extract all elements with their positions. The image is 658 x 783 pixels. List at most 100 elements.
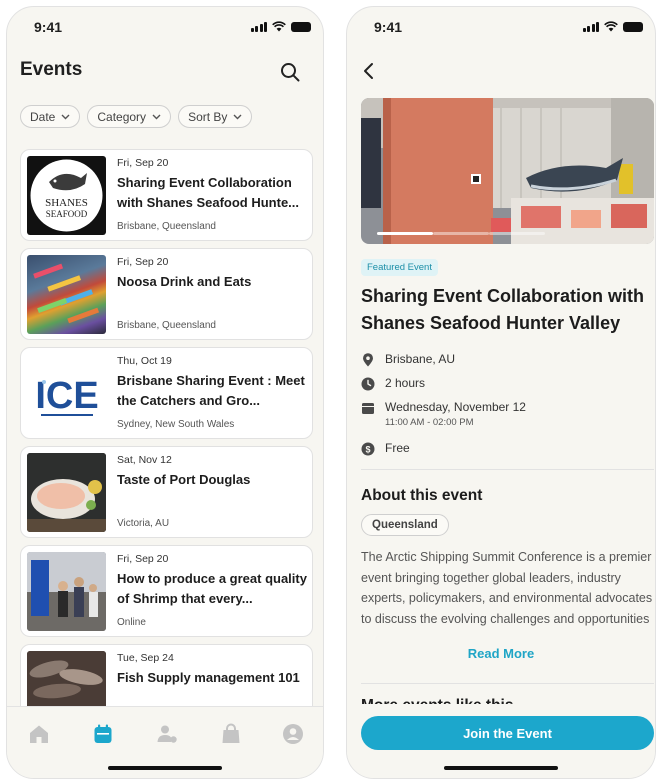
hero-photo <box>361 98 654 244</box>
home-indicator <box>108 766 222 770</box>
location-pin-icon <box>363 353 373 367</box>
event-thumbnail: ICE <box>27 354 106 433</box>
filter-row: Date Category Sort By <box>20 105 253 128</box>
signal-icon <box>250 21 267 32</box>
event-date: Tue, Sep 24 <box>117 652 174 664</box>
battery-icon <box>623 21 643 32</box>
featured-badge: Featured Event <box>361 259 438 276</box>
battery-icon <box>291 21 311 32</box>
date-block: Wednesday, November 12 11:00 AM - 02:00 … <box>385 400 526 428</box>
clock-icon <box>361 377 375 391</box>
event-thumbnail: SHANES SEAFOOD <box>27 156 106 235</box>
status-time: 9:41 <box>374 19 403 35</box>
event-thumbnail <box>27 255 106 334</box>
filter-label: Sort By <box>188 109 228 124</box>
profile-icon[interactable] <box>281 722 305 746</box>
back-icon[interactable] <box>361 61 377 81</box>
people-icon[interactable] <box>155 722 179 746</box>
home-icon[interactable] <box>27 722 51 746</box>
event-date: Fri, Sep 20 <box>117 157 169 169</box>
event-title: Fish Supply management 101 <box>117 670 300 685</box>
chevron-down-icon <box>61 114 70 119</box>
time-text: 11:00 AM - 02:00 PM <box>385 417 474 428</box>
status-icons <box>250 21 311 32</box>
hero-image-carousel[interactable] <box>361 98 654 244</box>
event-detail-screen: 9:41 Featured Event Sharing Event Collab… <box>346 6 656 779</box>
event-date: Sat, Nov 12 <box>117 454 172 466</box>
event-date: Thu, Oct 19 <box>117 355 172 367</box>
event-title: How to produce a great quality of Shrimp… <box>117 571 307 606</box>
carousel-dot-active <box>377 232 433 235</box>
event-location: Online <box>117 617 146 628</box>
search-icon[interactable] <box>279 61 301 83</box>
duration-row: 2 hours <box>361 376 425 391</box>
price-row: $ Free <box>361 441 410 456</box>
event-card[interactable]: SHANES SEAFOOD Fri, Sep 20 Sharing Event… <box>20 149 313 241</box>
event-thumbnail <box>27 453 106 532</box>
status-icons <box>582 21 643 32</box>
carousel-dot <box>489 232 545 235</box>
calendar-small-icon <box>362 403 374 414</box>
filter-sort-chip[interactable]: Sort By <box>178 105 253 128</box>
events-screen: 9:41 Events Date Category Sort By SHANES… <box>6 6 324 779</box>
filter-category-chip[interactable]: Category <box>87 105 172 128</box>
read-more-link[interactable]: Read More <box>347 646 655 661</box>
status-bar: 9:41 <box>347 7 655 47</box>
event-location: Sydney, New South Wales <box>117 419 235 430</box>
svg-text:$: $ <box>365 445 370 455</box>
calendar-icon[interactable] <box>91 722 115 746</box>
event-card[interactable]: Sat, Nov 12 Taste of Port Douglas Victor… <box>20 446 313 538</box>
event-date: Fri, Sep 20 <box>117 256 169 268</box>
divider <box>361 469 654 470</box>
signal-icon <box>582 21 599 32</box>
location-text: Brisbane, AU <box>385 352 456 366</box>
event-title: Sharing Event Collaboration with Shanes … <box>117 175 300 210</box>
event-card[interactable]: ICE Thu, Oct 19 Brisbane Sharing Event :… <box>20 347 313 439</box>
event-location: Brisbane, Queensland <box>117 320 216 331</box>
fish-pile-photo <box>27 651 106 709</box>
colorful-spread-photo <box>33 263 100 324</box>
event-thumbnail <box>27 651 106 709</box>
event-location: Victoria, AU <box>117 518 170 529</box>
event-list: SHANES SEAFOOD Fri, Sep 20 Sharing Event… <box>20 149 313 709</box>
about-description: The Arctic Shipping Summit Conference is… <box>361 550 653 626</box>
bag-icon[interactable] <box>219 722 243 746</box>
wifi-icon <box>272 21 286 32</box>
event-title: Taste of Port Douglas <box>117 472 251 487</box>
dollar-icon: $ <box>361 442 375 456</box>
date-text: Wednesday, November 12 <box>385 400 526 414</box>
page-title: Events <box>20 59 83 80</box>
chevron-down-icon <box>233 114 242 119</box>
divider <box>361 683 654 684</box>
carousel-indicator <box>377 232 545 235</box>
status-bar: 9:41 <box>7 7 323 47</box>
event-card[interactable]: Tue, Sep 24 Fish Supply management 101 <box>20 644 313 709</box>
event-detail-title: Sharing Event Collaboration with Shanes … <box>361 286 645 333</box>
carousel-dot <box>433 232 489 235</box>
tab-bar <box>7 706 323 778</box>
event-title: Noosa Drink and Eats <box>117 274 252 289</box>
logo-text-line1: SHANES <box>45 197 88 209</box>
event-card[interactable]: Fri, Sep 20 Noosa Drink and Eats Brisban… <box>20 248 313 340</box>
filter-label: Date <box>30 109 56 124</box>
home-indicator <box>444 766 558 770</box>
event-location: Brisbane, Queensland <box>117 221 216 232</box>
location-row: Brisbane, AU <box>361 352 455 367</box>
food-platter-photo <box>27 453 106 532</box>
about-heading: About this event <box>361 487 483 504</box>
event-card[interactable]: Fri, Sep 20 How to produce a great quali… <box>20 545 313 637</box>
duration-text: 2 hours <box>385 376 426 390</box>
conference-photo <box>27 552 106 631</box>
wifi-icon <box>604 21 618 32</box>
region-tag[interactable]: Queensland <box>361 514 449 536</box>
shanes-seafood-logo: SHANES SEAFOOD <box>30 159 103 232</box>
price-text: Free <box>385 441 410 455</box>
status-time: 9:41 <box>34 19 63 35</box>
event-date: Fri, Sep 20 <box>117 553 169 565</box>
ice-logo: ICE <box>35 375 98 417</box>
filter-date-chip[interactable]: Date <box>20 105 81 128</box>
join-event-button[interactable]: Join the Event <box>361 716 654 750</box>
event-thumbnail <box>27 552 106 631</box>
logo-text-line2: SEAFOOD <box>46 209 88 219</box>
date-row: Wednesday, November 12 11:00 AM - 02:00 … <box>361 400 526 428</box>
